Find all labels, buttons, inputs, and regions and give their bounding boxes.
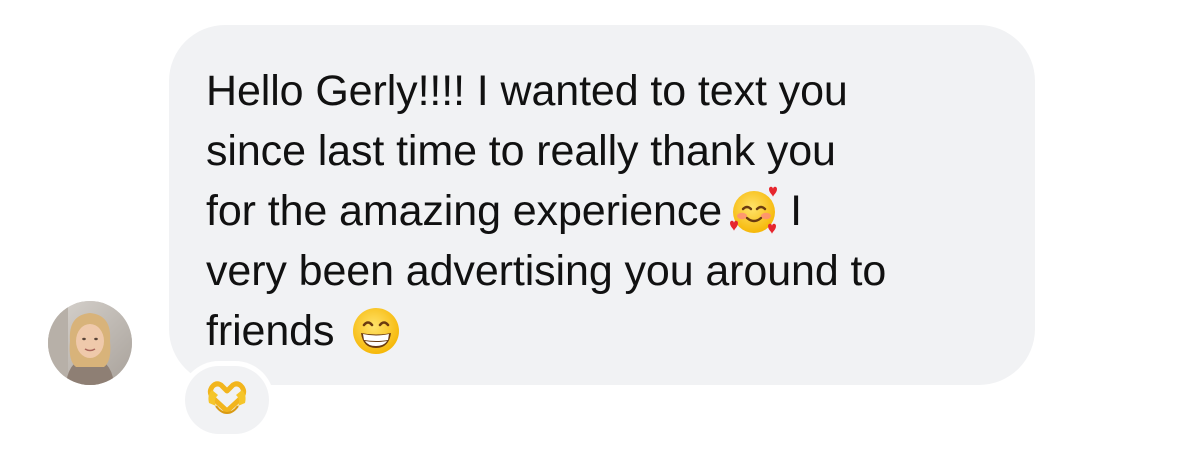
smiling-face-with-hearts-icon bbox=[728, 185, 780, 237]
avatar-image bbox=[48, 301, 132, 385]
message-line-2: since last time to really thank you bbox=[206, 127, 836, 175]
message-line-5: friends bbox=[206, 301, 995, 361]
heart-hands-icon bbox=[204, 375, 250, 426]
message-line-3-text: for the amazing experience bbox=[206, 187, 723, 235]
reaction-badge-inner bbox=[185, 366, 269, 434]
reaction-badge[interactable] bbox=[180, 361, 274, 439]
sender-avatar[interactable] bbox=[48, 301, 132, 385]
message-line-3: for the amazing experience I bbox=[206, 181, 995, 241]
grinning-face-icon bbox=[350, 305, 402, 357]
message-line-1: Hello Gerly!!!! I wanted to text you bbox=[206, 67, 848, 115]
message-line-4: very been advertising you around to bbox=[206, 247, 887, 295]
message-bubble[interactable]: Hello Gerly!!!! I wanted to text you sin… bbox=[169, 25, 1035, 385]
message-line-5-text: friends bbox=[206, 307, 335, 355]
message-line-3-tail: I bbox=[790, 187, 802, 235]
